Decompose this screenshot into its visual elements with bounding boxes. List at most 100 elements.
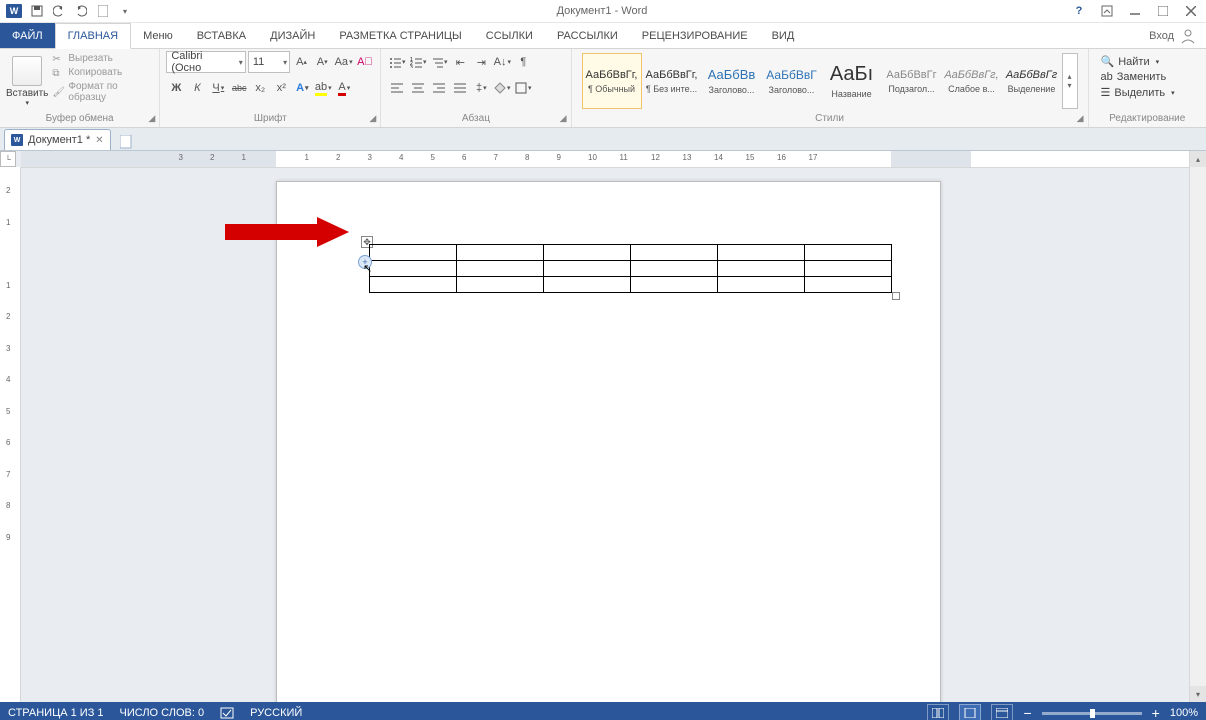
font-color-button[interactable]: A: [334, 77, 354, 99]
login-label[interactable]: Вход: [1149, 30, 1174, 42]
style-item-3[interactable]: АаБбВвГЗаголово...: [762, 53, 822, 109]
vertical-ruler[interactable]: 21123456789: [0, 167, 21, 702]
show-marks-button[interactable]: ¶: [513, 51, 533, 73]
table-resize-handle-icon[interactable]: [892, 292, 900, 300]
zoom-out-button[interactable]: −: [1023, 705, 1031, 720]
zoom-in-button[interactable]: +: [1152, 705, 1160, 720]
style-item-5[interactable]: АаБбВвГгПодзагол...: [882, 53, 942, 109]
subscript-button[interactable]: x₂: [250, 77, 270, 99]
tab-file[interactable]: ФАЙЛ: [0, 23, 55, 48]
qat-undo-icon[interactable]: [52, 4, 66, 18]
user-icon[interactable]: [1180, 28, 1196, 44]
view-print-button[interactable]: [959, 704, 981, 720]
status-proofing-icon[interactable]: [220, 706, 234, 720]
style-item-6[interactable]: АаБбВвГг,Слабое в...: [942, 53, 1002, 109]
tab-mailings[interactable]: РАССЫЛКИ: [545, 23, 630, 48]
tab-design[interactable]: ДИЗАЙН: [258, 23, 327, 48]
tab-insert[interactable]: ВСТАВКА: [185, 23, 258, 48]
shading-button[interactable]: [492, 77, 512, 99]
doc-icon: W: [11, 134, 23, 146]
tab-review[interactable]: РЕЦЕНЗИРОВАНИЕ: [630, 23, 760, 48]
styles-expand-button[interactable]: ▴▾: [1062, 53, 1078, 109]
close-icon[interactable]: [1184, 4, 1198, 18]
ribbon-display-icon[interactable]: [1100, 4, 1114, 18]
paste-button[interactable]: Вставить ▾: [6, 51, 48, 111]
document-tab[interactable]: W Документ1 * ✕: [4, 129, 111, 150]
style-item-2[interactable]: АаБбВвЗаголово...: [702, 53, 762, 109]
italic-button[interactable]: К: [187, 77, 207, 99]
style-item-4[interactable]: АаБıНазвание: [822, 53, 882, 109]
format-painter-button[interactable]: 🖌Формат по образцу: [52, 81, 153, 103]
align-justify-button[interactable]: [450, 77, 470, 99]
multilevel-button[interactable]: [429, 51, 449, 73]
indent-increase-button[interactable]: ⇥: [471, 51, 491, 73]
tab-references[interactable]: ССЫЛКИ: [474, 23, 545, 48]
shrink-font-button[interactable]: A▾: [313, 51, 332, 73]
bullets-button[interactable]: [387, 51, 407, 73]
styles-gallery[interactable]: АаБбВвГг,¶ ОбычныйАаБбВвГг,¶ Без инте...…: [578, 51, 1082, 111]
font-group-label: Шрифт: [254, 113, 287, 124]
help-icon[interactable]: ?: [1072, 4, 1086, 18]
find-button[interactable]: 🔍Найти▾: [1101, 55, 1175, 68]
tab-menu[interactable]: Меню: [131, 23, 185, 48]
styles-dialog-icon[interactable]: ◢: [1077, 113, 1084, 124]
font-dialog-icon[interactable]: ◢: [369, 113, 376, 124]
text-effects-button[interactable]: A: [292, 77, 312, 99]
paragraph-dialog-icon[interactable]: ◢: [560, 113, 567, 124]
grow-font-button[interactable]: A▴: [292, 51, 311, 73]
qat-redo-icon[interactable]: [74, 4, 88, 18]
zoom-slider[interactable]: [1042, 712, 1142, 715]
scroll-up-icon[interactable]: ▴: [1190, 151, 1206, 167]
horizontal-ruler[interactable]: 3211234567891011121314151617: [21, 151, 1189, 168]
status-language[interactable]: РУССКИЙ: [250, 707, 302, 719]
indent-decrease-button[interactable]: ⇤: [450, 51, 470, 73]
font-name-combo[interactable]: Calibri (Осно: [166, 51, 246, 73]
qat-dropdown-icon[interactable]: ▾: [118, 4, 132, 18]
qat-save-icon[interactable]: [30, 4, 44, 18]
table-row[interactable]: [370, 277, 892, 293]
style-item-0[interactable]: АаБбВвГг,¶ Обычный: [582, 53, 642, 109]
scroll-down-icon[interactable]: ▾: [1190, 686, 1206, 702]
close-tab-icon[interactable]: ✕: [95, 135, 103, 146]
clipboard-dialog-icon[interactable]: ◢: [148, 113, 155, 124]
select-button[interactable]: ☰Выделить▾: [1101, 86, 1175, 99]
minimize-icon[interactable]: [1128, 4, 1142, 18]
borders-button[interactable]: [513, 77, 533, 99]
replace-button[interactable]: abЗаменить: [1101, 71, 1175, 83]
document-page[interactable]: ✥ + ↖: [276, 181, 941, 702]
style-item-7[interactable]: АаБбВвГгВыделение: [1002, 53, 1062, 109]
font-size-combo[interactable]: 11: [248, 51, 290, 73]
tab-selector-button[interactable]: └: [0, 151, 16, 167]
superscript-button[interactable]: x²: [271, 77, 291, 99]
clear-format-button[interactable]: A⃠: [356, 51, 375, 73]
document-table[interactable]: [369, 244, 892, 293]
zoom-level[interactable]: 100%: [1170, 707, 1198, 719]
status-page[interactable]: СТРАНИЦА 1 ИЗ 1: [8, 707, 104, 719]
align-right-button[interactable]: [429, 77, 449, 99]
vertical-scrollbar[interactable]: ▴ ▾: [1189, 151, 1206, 702]
line-spacing-button[interactable]: ‡: [471, 77, 491, 99]
align-center-button[interactable]: [408, 77, 428, 99]
change-case-button[interactable]: Aa: [334, 51, 354, 73]
status-word-count[interactable]: ЧИСЛО СЛОВ: 0: [120, 707, 205, 719]
view-read-button[interactable]: [927, 704, 949, 720]
numbering-button[interactable]: 123: [408, 51, 428, 73]
tab-layout[interactable]: РАЗМЕТКА СТРАНИЦЫ: [327, 23, 473, 48]
view-web-button[interactable]: [991, 704, 1013, 720]
sort-button[interactable]: A↓: [492, 51, 512, 73]
qat-new-icon[interactable]: [96, 4, 110, 18]
tab-view[interactable]: ВИД: [760, 23, 807, 48]
new-document-tab-button[interactable]: [117, 134, 135, 150]
bold-button[interactable]: Ж: [166, 77, 186, 99]
strike-button[interactable]: abc: [229, 77, 249, 99]
table-row[interactable]: [370, 245, 892, 261]
underline-button[interactable]: Ч: [208, 77, 228, 99]
align-left-button[interactable]: [387, 77, 407, 99]
style-item-1[interactable]: АаБбВвГг,¶ Без инте...: [642, 53, 702, 109]
table-row[interactable]: [370, 261, 892, 277]
tab-home[interactable]: ГЛАВНАЯ: [55, 23, 131, 49]
copy-button[interactable]: ⧉Копировать: [52, 67, 153, 78]
cut-button[interactable]: ✂Вырезать: [52, 53, 153, 64]
highlight-button[interactable]: ab: [313, 77, 333, 99]
maximize-icon[interactable]: [1156, 4, 1170, 18]
